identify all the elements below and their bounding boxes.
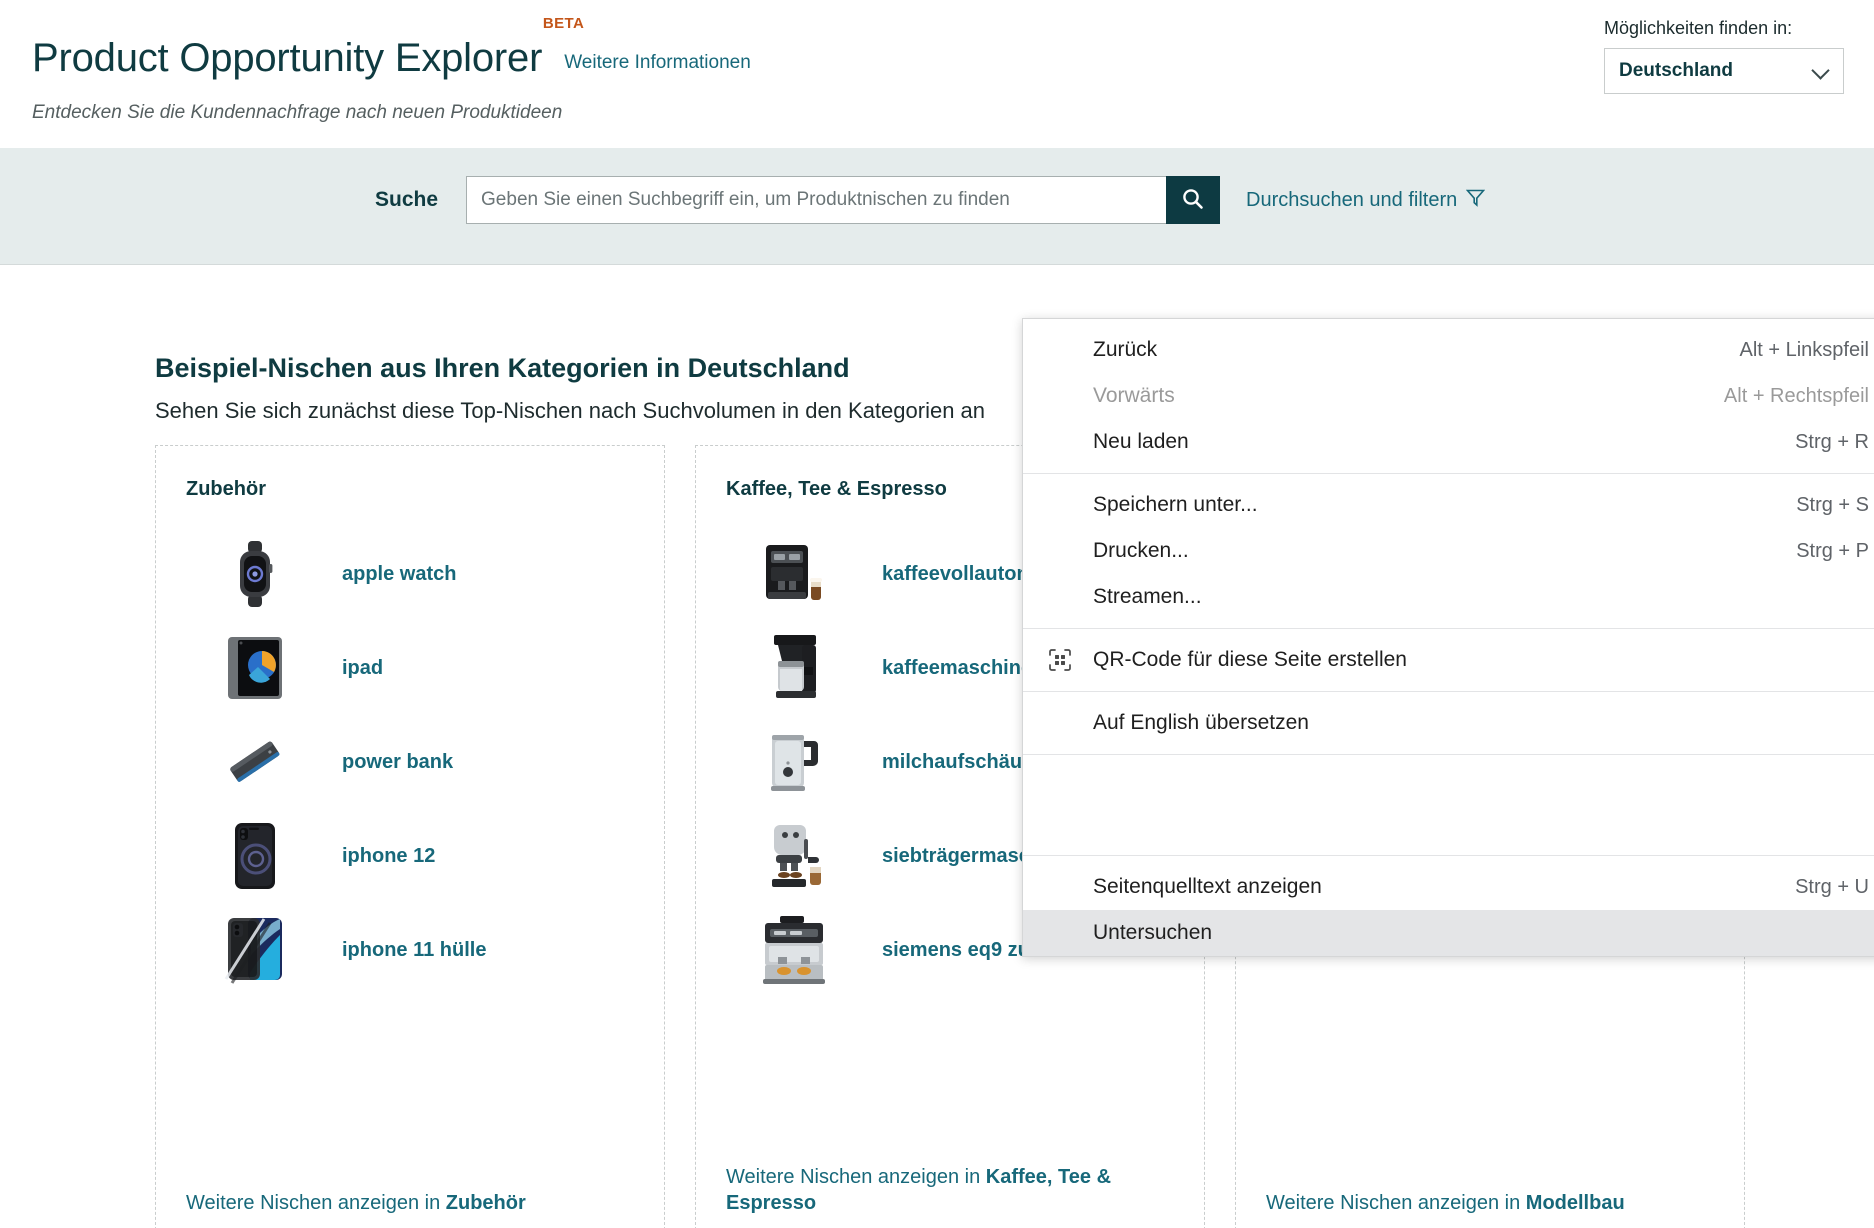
niche-row[interactable]: power bank (186, 715, 634, 809)
context-menu-item-label: Zurück (1093, 338, 1158, 361)
country-selector-label: Möglichkeiten finden in: (1604, 18, 1793, 38)
context-menu-separator (1023, 855, 1874, 856)
search-label: Suche (375, 188, 439, 211)
chevron-down-icon (1811, 61, 1830, 80)
context-menu-item-shortcut: Strg + P (1796, 539, 1869, 562)
context-menu-blank-region (1023, 763, 1874, 847)
more-info-link[interactable]: Weitere Informationen (564, 52, 751, 78)
context-menu-item[interactable]: Streamen... (1023, 574, 1874, 620)
niche-label[interactable]: ipad (342, 657, 383, 680)
context-menu-item-label: Speichern unter... (1093, 493, 1258, 516)
context-menu-separator (1023, 754, 1874, 755)
niche-label[interactable]: kaffeemaschine (882, 657, 1032, 680)
section-title: Beispiel-Nischen aus Ihren Kategorien in… (155, 353, 850, 383)
apple-watch-thumb (216, 535, 294, 613)
page-root: Product Opportunity Explorer BETA Weiter… (0, 0, 1874, 1228)
niche-label[interactable]: apple watch (342, 563, 456, 586)
filter-coffee-thumb (756, 629, 834, 707)
context-menu-item[interactable]: Neu laden Strg + R (1023, 419, 1874, 465)
niche-label[interactable]: iphone 12 (342, 845, 435, 868)
iphone-12-thumb (216, 817, 294, 895)
show-more-niches-link[interactable]: Weitere Nischen anzeigen in Kaffee, Tee … (726, 1164, 1180, 1216)
niche-row[interactable]: iphone 12 (186, 809, 634, 903)
context-menu-item-label: QR-Code für diese Seite erstellen (1093, 648, 1407, 671)
context-menu-item-label: Untersuchen (1093, 921, 1213, 944)
page-title-text: Product Opportunity Explorer (32, 36, 543, 80)
context-menu-item-label: Auf English übersetzen (1093, 711, 1309, 734)
context-menu-item-label: Streamen... (1093, 585, 1202, 608)
context-menu-item-shortcut: Alt + Rechtspfeil (1723, 384, 1869, 407)
niche-card: Zubehör apple watch ipad power bank ipho… (155, 445, 665, 1228)
context-menu-item-label: Seitenquelltext anzeigen (1093, 875, 1322, 898)
page-title: Product Opportunity Explorer BETA (32, 16, 584, 80)
qr-code-icon (1049, 649, 1093, 671)
show-more-niches-link[interactable]: Weitere Nischen anzeigen in Zubehör (186, 1190, 640, 1216)
context-menu-item-shortcut: Strg + U (1795, 875, 1869, 898)
filter-icon (1466, 188, 1486, 213)
niche-label[interactable]: power bank (342, 751, 453, 774)
browser-context-menu[interactable]: Zurück Alt + Linkspfeil Vorwärts Alt + Rech… (1022, 318, 1874, 957)
context-menu-item[interactable]: QR-Code für diese Seite erstellen (1023, 637, 1874, 683)
niche-card-title: Zubehör (186, 478, 266, 500)
context-menu-item-label: Neu laden (1093, 430, 1189, 453)
context-menu-item[interactable]: Auf English übersetzen (1023, 700, 1874, 746)
milk-frother-thumb (756, 723, 834, 801)
search-icon (1180, 186, 1206, 215)
country-select-value: Deutschland (1619, 60, 1734, 81)
show-more-niches-link[interactable]: Weitere Nischen anzeigen in Modellbau (1266, 1190, 1720, 1216)
niche-label[interactable]: iphone 11 hülle (342, 939, 486, 962)
search-row: Suche Durchsuchen und filtern (375, 176, 1486, 224)
page-subtitle: Entdecken Sie die Kundennachfrage nach n… (32, 102, 563, 123)
context-menu-item: Vorwärts Alt + Rechtspfeil (1023, 373, 1874, 419)
context-menu-separator (1023, 628, 1874, 629)
context-menu-item-shortcut: Strg + R (1795, 430, 1869, 453)
iphone-11-case-thumb (216, 911, 294, 989)
context-menu-item[interactable]: Untersuchen (1023, 910, 1874, 956)
title-row: Product Opportunity Explorer BETA Weiter… (32, 16, 751, 80)
context-menu-item-label: Drucken... (1093, 539, 1189, 562)
context-menu-separator (1023, 691, 1874, 692)
section-subtitle: Sehen Sie sich zunächst diese Top-Nische… (155, 398, 986, 423)
country-selector-block: Möglichkeiten finden in: Deutschland (1604, 18, 1844, 94)
niche-row[interactable]: ipad (186, 621, 634, 715)
power-bank-thumb (216, 723, 294, 801)
niche-row[interactable]: iphone 11 hülle (186, 903, 634, 997)
context-menu-item[interactable]: Seitenquelltext anzeigen Strg + U (1023, 864, 1874, 910)
country-select[interactable]: Deutschland (1604, 48, 1844, 94)
siemens-eq9-thumb (756, 911, 834, 989)
context-menu-separator (1023, 473, 1874, 474)
ipad-thumb (216, 629, 294, 707)
niche-row[interactable]: apple watch (186, 527, 634, 621)
search-band: Suche Durchsuchen und filtern (0, 148, 1874, 265)
context-menu-item[interactable]: Speichern unter... Strg + S (1023, 482, 1874, 528)
search-submit-button[interactable] (1166, 176, 1221, 224)
browse-and-filter-link[interactable]: Durchsuchen und filtern (1246, 188, 1486, 213)
search-input[interactable] (466, 176, 1167, 224)
portafilter-thumb (756, 817, 834, 895)
context-menu-item-label: Vorwärts (1093, 384, 1175, 407)
coffee-machine-thumb (756, 535, 834, 613)
context-menu-item[interactable]: Drucken... Strg + P (1023, 528, 1874, 574)
page-header: Product Opportunity Explorer BETA Weiter… (0, 0, 1874, 148)
context-menu-item[interactable]: Zurück Alt + Linkspfeil (1023, 327, 1874, 373)
beta-badge: BETA (542, 15, 585, 32)
context-menu-item-shortcut: Strg + S (1796, 493, 1869, 516)
browse-and-filter-label: Durchsuchen und filtern (1246, 188, 1458, 211)
context-menu-item-shortcut: Alt + Linkspfeil (1739, 338, 1869, 361)
